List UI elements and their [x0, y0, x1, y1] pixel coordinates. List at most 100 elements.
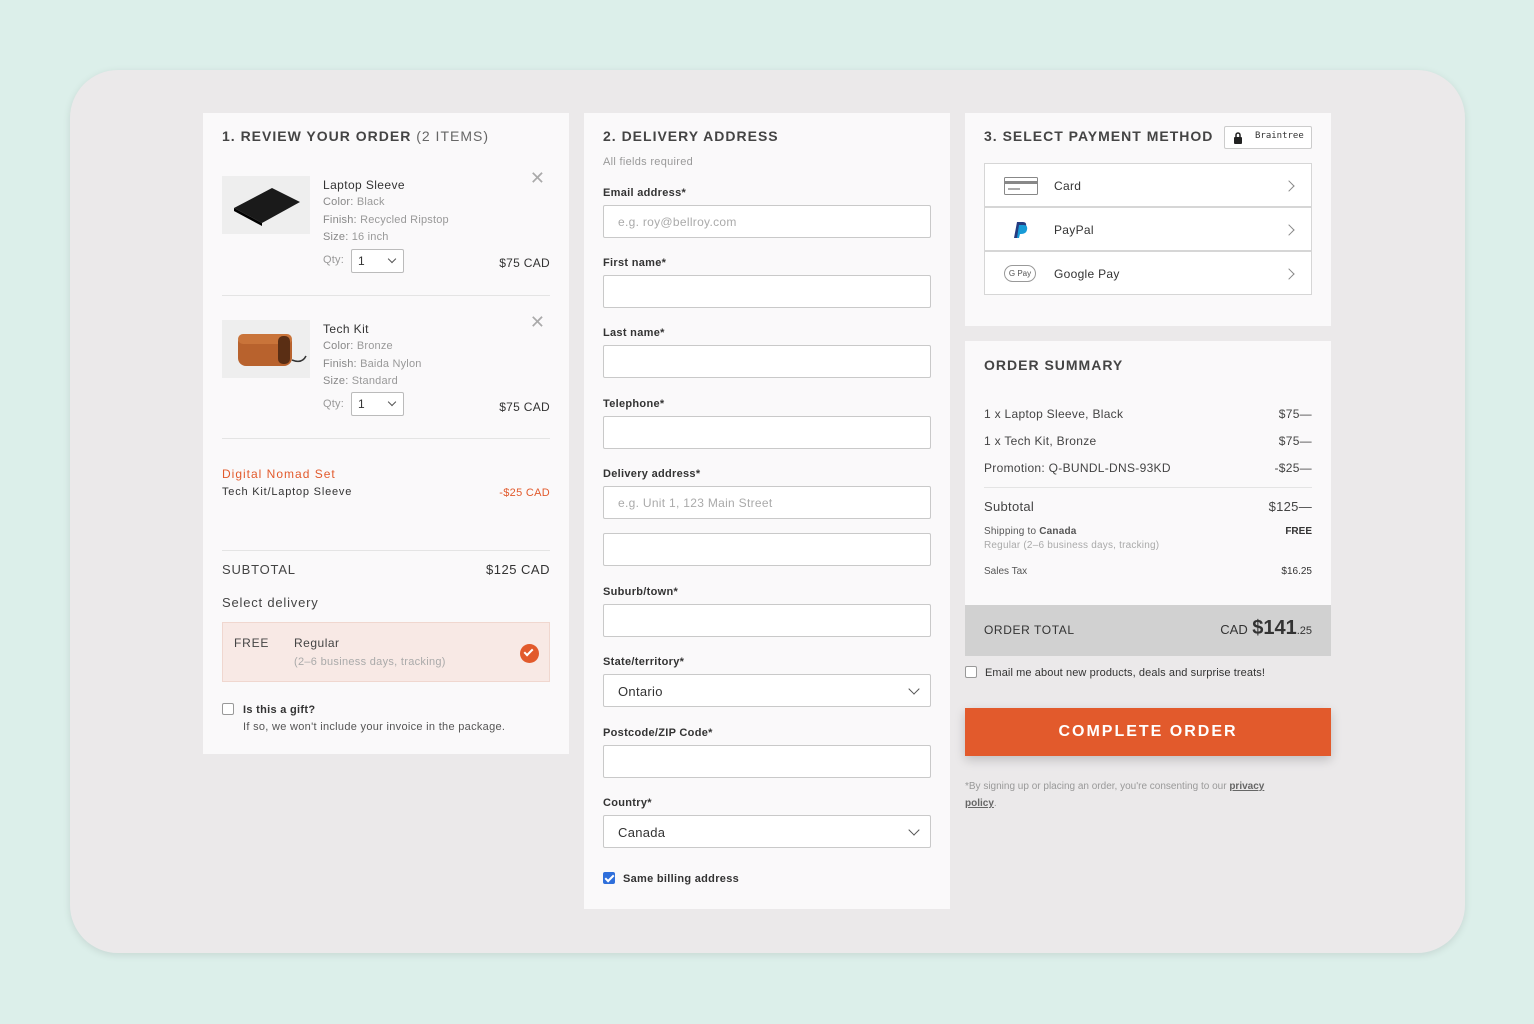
divider — [222, 438, 550, 439]
order-total-bar: ORDER TOTAL CAD $141.25 — [965, 605, 1331, 656]
summary-line: 1 x Laptop Sleeve, Black $75— — [984, 407, 1312, 421]
delivery-address-panel: 2. DELIVERY ADDRESS All fields required … — [584, 113, 950, 909]
shipping-label-prefix: Shipping to — [984, 526, 1037, 537]
chevron-right-icon — [1283, 180, 1295, 192]
summary-subtotal: Subtotal $125— — [984, 499, 1312, 514]
same-billing-checkbox[interactable] — [603, 872, 615, 884]
remove-item-icon[interactable]: ✕ — [530, 313, 545, 331]
summary-subtotal-value: $125— — [1268, 499, 1312, 514]
total-amount: $141 — [1252, 617, 1297, 639]
promo-description: Tech Kit/Laptop Sleeve — [222, 486, 353, 498]
summary-subtotal-label: Subtotal — [984, 499, 1035, 514]
last-name-label: Last name* — [603, 327, 665, 339]
review-title-text: 1. REVIEW YOUR ORDER — [222, 128, 412, 144]
qty-label: Qty: — [323, 254, 344, 266]
tech-kit-image — [222, 320, 310, 378]
address-line-1-field[interactable] — [603, 486, 931, 519]
color-label: Color: — [323, 196, 354, 208]
qty-value: 1 — [358, 397, 365, 411]
address-line-2-field[interactable] — [603, 533, 931, 566]
payment-title: 3. SELECT PAYMENT METHOD — [984, 128, 1214, 144]
chevron-right-icon — [1283, 268, 1295, 280]
privacy-policy-link[interactable]: privacy — [1229, 781, 1264, 792]
shipping-country: Canada — [1039, 526, 1077, 537]
shipping-value: FREE — [1285, 526, 1312, 537]
consent-message: *By signing up or placing an order, you'… — [965, 781, 1227, 792]
shipping-label: Shipping to Canada — [984, 526, 1077, 537]
state-value: Ontario — [618, 684, 663, 699]
qty-select[interactable]: 1 — [351, 392, 404, 416]
review-order-panel: 1. REVIEW YOUR ORDER (2 ITEMS) Laptop Sl… — [203, 113, 569, 754]
remove-item-icon[interactable]: ✕ — [530, 169, 545, 187]
divider — [984, 487, 1312, 488]
size-value: 16 inch — [351, 231, 389, 243]
shipping-detail: Regular (2–6 business days, tracking) — [984, 540, 1160, 551]
payment-method-google-pay[interactable]: G Pay Google Pay — [984, 251, 1312, 295]
braintree-badge: Braintree — [1224, 126, 1312, 149]
email-field[interactable] — [603, 205, 931, 238]
select-delivery-label: Select delivery — [222, 595, 319, 610]
item-name[interactable]: Tech Kit — [323, 322, 369, 336]
privacy-policy-link-continued[interactable]: policy — [965, 798, 994, 809]
same-billing-label: Same billing address — [623, 873, 740, 885]
total-currency: CAD — [1220, 622, 1248, 637]
chevron-down-icon — [387, 397, 397, 407]
size-label: Size: — [323, 375, 349, 387]
chevron-down-icon — [908, 683, 920, 695]
qty-value: 1 — [358, 254, 365, 268]
gift-checkbox[interactable] — [222, 703, 234, 715]
gift-note: If so, we won't include your invoice in … — [243, 721, 506, 733]
gift-label: Is this a gift? — [243, 704, 316, 716]
last-name-field[interactable] — [603, 345, 931, 378]
newsletter-label: Email me about new products, deals and s… — [985, 667, 1266, 679]
promo-name: Digital Nomad Set — [222, 467, 336, 481]
check-circle-icon — [520, 644, 539, 663]
chevron-down-icon — [387, 254, 397, 264]
summary-line-label: 1 x Tech Kit, Bronze — [984, 434, 1097, 448]
suburb-field[interactable] — [603, 604, 931, 637]
telephone-label: Telephone* — [603, 398, 665, 410]
order-summary-panel: ORDER SUMMARY 1 x Laptop Sleeve, Black $… — [965, 341, 1331, 656]
tax-label: Sales Tax — [984, 566, 1028, 577]
chevron-right-icon — [1283, 224, 1295, 236]
item-count: (2 ITEMS) — [416, 128, 489, 144]
summary-line: Promotion: Q-BUNDL-DNS-93KD -$25— — [984, 461, 1312, 475]
payment-method-label: Card — [1054, 179, 1082, 193]
complete-order-button[interactable]: COMPLETE ORDER — [965, 708, 1331, 756]
postcode-field[interactable] — [603, 745, 931, 778]
subtotal-value: $125 CAD — [486, 562, 550, 577]
subtotal-label: SUBTOTAL — [222, 562, 296, 577]
credit-card-icon — [1004, 177, 1038, 195]
delivery-option[interactable]: FREE Regular (2–6 business days, trackin… — [222, 622, 550, 682]
delivery-detail: (2–6 business days, tracking) — [294, 656, 446, 668]
delivery-price: FREE — [234, 636, 270, 650]
item-price: $75 CAD — [499, 400, 550, 414]
state-select[interactable]: Ontario — [603, 674, 931, 707]
color-value: Bronze — [356, 340, 393, 352]
item-attributes: Color: Black Finish: Recycled Ripstop Si… — [323, 194, 449, 247]
required-note: All fields required — [603, 156, 694, 168]
first-name-field[interactable] — [603, 275, 931, 308]
payment-method-paypal[interactable]: PayPal — [984, 207, 1312, 251]
payment-method-panel: 3. SELECT PAYMENT METHOD Braintree Card … — [965, 113, 1331, 326]
newsletter-checkbox[interactable] — [965, 666, 977, 678]
qty-select[interactable]: 1 — [351, 249, 404, 273]
country-select[interactable]: Canada — [603, 815, 931, 848]
promo-amount: -$25 CAD — [499, 487, 550, 499]
finish-value: Baida Nylon — [360, 357, 422, 370]
finish-label: Finish: — [323, 213, 357, 226]
summary-line-value: -$25— — [1274, 461, 1312, 475]
telephone-field[interactable] — [603, 416, 931, 449]
delivery-name: Regular — [294, 636, 340, 650]
item-price: $75 CAD — [499, 256, 550, 270]
delivery-address-title: 2. DELIVERY ADDRESS — [603, 128, 779, 144]
laptop-sleeve-image — [222, 176, 310, 234]
payment-method-card[interactable]: Card — [984, 163, 1312, 207]
item-attributes: Color: Bronze Finish: Baida Nylon Size: … — [323, 338, 422, 391]
consent-text: *By signing up or placing an order, you'… — [965, 781, 1265, 809]
item-name[interactable]: Laptop Sleeve — [323, 178, 405, 192]
tax-value: $16.25 — [1281, 566, 1312, 577]
braintree-logo-text: Braintree — [1255, 131, 1304, 141]
color-label: Color: — [323, 340, 354, 352]
email-label: Email address* — [603, 187, 687, 199]
